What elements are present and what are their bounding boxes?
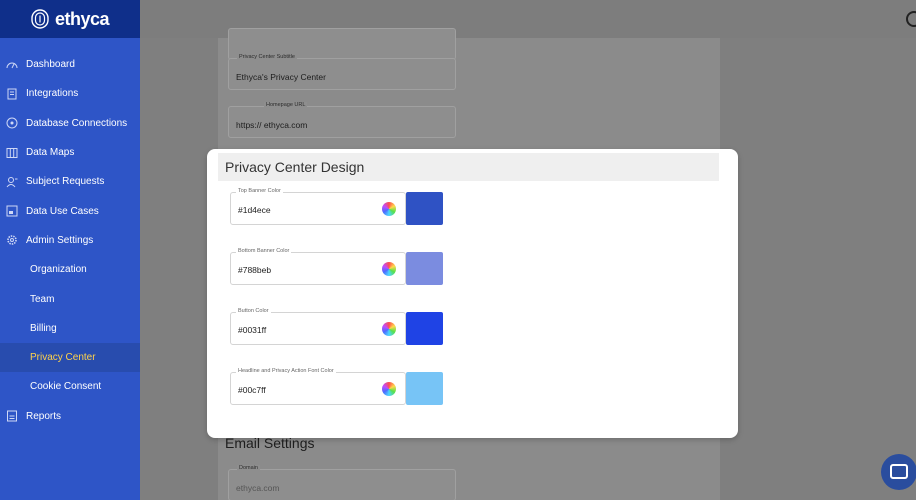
- color-wheel-icon[interactable]: [382, 382, 396, 396]
- headline-font-color-swatch[interactable]: [406, 372, 443, 405]
- sidebar-item-cookie-consent[interactable]: Cookie Consent: [0, 372, 140, 401]
- homepage-url-value: https:// ethyca.com: [236, 120, 308, 130]
- sidebar-item-reports[interactable]: Reports: [0, 402, 140, 431]
- sidebar-item-label: Reports: [26, 410, 62, 422]
- subtitle-field[interactable]: Privacy Center Subtitle Ethyca's Privacy…: [228, 54, 456, 90]
- fingerprint-icon: [31, 9, 49, 29]
- folder-icon: [6, 205, 18, 217]
- privacy-center-design-card: Privacy Center Design Top Banner Color #…: [207, 149, 738, 438]
- homepage-url-field[interactable]: Homepage URL https:// ethyca.com: [228, 102, 456, 138]
- field-label: Button Color: [236, 308, 271, 314]
- sidebar-item-billing[interactable]: Billing: [0, 314, 140, 343]
- sidebar-item-label: Team: [30, 293, 55, 305]
- sidebar-item-data-use-cases[interactable]: Data Use Cases: [0, 196, 140, 225]
- sidebar: ethyca Dashboard Integrations Database C…: [0, 0, 140, 500]
- sidebar-item-label: Privacy Center: [30, 352, 96, 364]
- domain-field[interactable]: Domain ethyca.com: [228, 465, 456, 500]
- field-label: Top Banner Color: [236, 188, 283, 194]
- button-color-row: Button Color #0031ff: [230, 308, 443, 346]
- sidebar-item-label: Billing: [30, 322, 57, 334]
- sidebar-item-data-maps[interactable]: Data Maps: [0, 138, 140, 167]
- sidebar-item-label: Subject Requests: [26, 176, 105, 188]
- color-wheel-icon[interactable]: [382, 322, 396, 336]
- document-icon: [7, 88, 17, 100]
- account-icon[interactable]: [906, 11, 916, 27]
- sidebar-item-label: Organization: [30, 264, 87, 276]
- field-value: #00c7ff: [238, 385, 266, 395]
- color-wheel-icon[interactable]: [382, 202, 396, 216]
- sidebar-item-label: Cookie Consent: [30, 381, 102, 393]
- sidebar-item-organization[interactable]: Organization: [0, 255, 140, 284]
- field-value: #0031ff: [238, 325, 267, 335]
- sidebar-nav: Dashboard Integrations Database Connecti…: [0, 50, 140, 431]
- sidebar-item-admin-settings[interactable]: Admin Settings: [0, 226, 140, 255]
- top-banner-color-swatch[interactable]: [406, 192, 443, 225]
- top-banner-color-input[interactable]: Top Banner Color #1d4ece: [230, 188, 406, 225]
- sidebar-item-privacy-center[interactable]: Privacy Center: [0, 342, 140, 373]
- sidebar-item-dashboard[interactable]: Dashboard: [0, 50, 140, 79]
- subtitle-value: Ethyca's Privacy Center: [236, 72, 326, 82]
- design-card-header: Privacy Center Design: [218, 153, 719, 181]
- chat-icon: [890, 464, 908, 479]
- bottom-banner-color-input[interactable]: Bottom Banner Color #788beb: [230, 248, 406, 285]
- button-color-input[interactable]: Button Color #0031ff: [230, 308, 406, 345]
- sidebar-item-label: Integrations: [26, 88, 79, 100]
- button-color-swatch[interactable]: [406, 312, 443, 345]
- map-icon: [6, 147, 18, 158]
- headline-font-color-row: Headline and Privacy Action Font Color #…: [230, 368, 443, 406]
- sidebar-item-label: Data Maps: [26, 147, 75, 159]
- sidebar-item-label: Admin Settings: [26, 234, 94, 246]
- report-icon: [7, 410, 17, 422]
- domain-value: ethyca.com: [236, 483, 280, 493]
- bottom-banner-color-swatch[interactable]: [406, 252, 443, 285]
- sidebar-item-label: Data Use Cases: [26, 205, 99, 217]
- field-label: Headline and Privacy Action Font Color: [236, 368, 336, 374]
- gear-icon: [7, 235, 17, 246]
- design-card-body: Top Banner Color #1d4ece Bottom Banner C…: [218, 181, 719, 429]
- subtitle-label: Privacy Center Subtitle: [237, 54, 297, 60]
- field-label: Bottom Banner Color: [236, 248, 292, 254]
- headline-font-color-input[interactable]: Headline and Privacy Action Font Color #…: [230, 368, 406, 405]
- brand-logo[interactable]: ethyca: [0, 0, 140, 38]
- top-banner-color-row: Top Banner Color #1d4ece: [230, 188, 443, 226]
- field-value: #788beb: [238, 265, 272, 275]
- gauge-icon: [6, 62, 18, 68]
- network-icon: [6, 117, 18, 129]
- sidebar-item-team[interactable]: Team: [0, 284, 140, 313]
- sidebar-item-integrations[interactable]: Integrations: [0, 79, 140, 108]
- design-card-title: Privacy Center Design: [225, 159, 365, 175]
- sidebar-item-database-connections[interactable]: Database Connections: [0, 109, 140, 138]
- field-value: #1d4ece: [238, 205, 271, 215]
- sidebar-item-label: Dashboard: [26, 59, 75, 71]
- brand-name: ethyca: [54, 8, 110, 29]
- homepage-url-label: Homepage URL: [264, 102, 308, 108]
- domain-label: Domain: [237, 465, 260, 471]
- chat-button[interactable]: [881, 454, 916, 490]
- bottom-banner-color-row: Bottom Banner Color #788beb: [230, 248, 443, 286]
- sidebar-item-subject-requests[interactable]: Subject Requests: [0, 167, 140, 196]
- user-icon: [6, 176, 18, 188]
- sidebar-item-label: Database Connections: [26, 117, 128, 129]
- color-wheel-icon[interactable]: [382, 262, 396, 276]
